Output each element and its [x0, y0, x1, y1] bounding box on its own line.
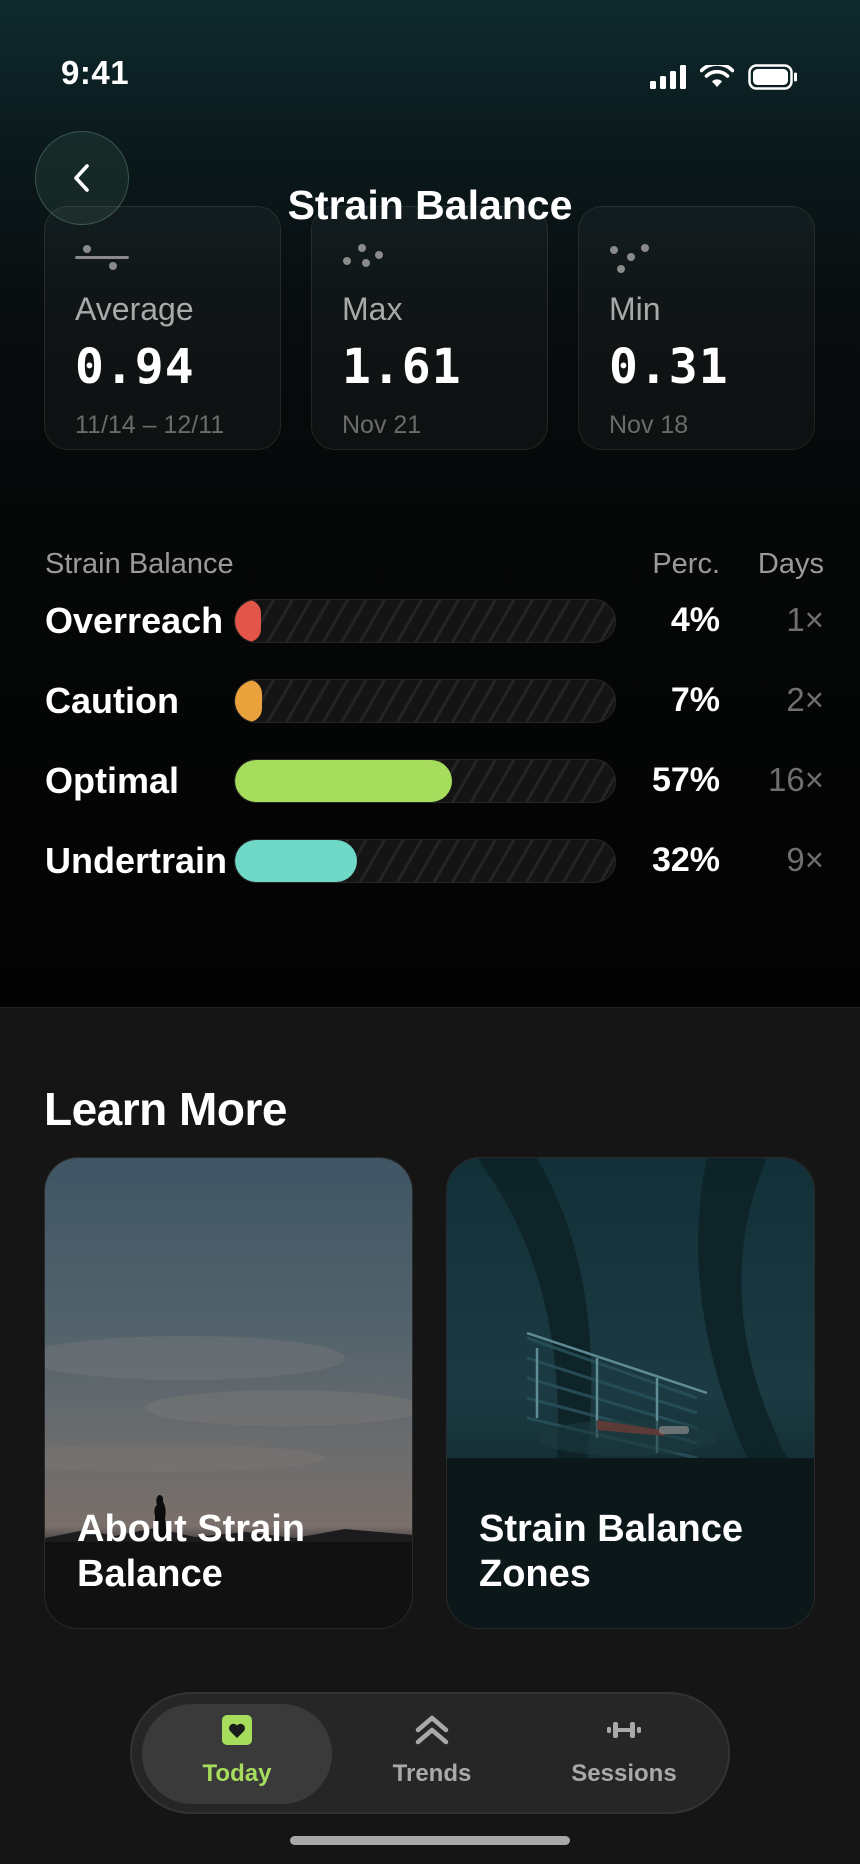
zone-bar-fill [235, 760, 452, 802]
zone-bar-overreach [234, 599, 616, 643]
stat-label: Max [342, 291, 403, 327]
zone-bar-fill [235, 840, 357, 882]
zone-label-caution: Caution [45, 680, 179, 721]
stat-date: Nov 18 [609, 411, 689, 439]
status-time: 9:41 [61, 54, 130, 91]
article-card-zones[interactable]: Strain Balance Zones [446, 1157, 815, 1629]
stat-card-max: Max 1.61 Nov 21 [311, 206, 548, 450]
zone-percent: 32% [651, 841, 720, 879]
table-header-label: Strain Balance [45, 548, 234, 580]
zone-days: 1× [786, 601, 824, 638]
chevrons-up-icon [415, 1715, 449, 1745]
zone-bar-fill [235, 680, 262, 722]
zone-bar-optimal [234, 759, 616, 803]
zone-percent: 4% [670, 601, 720, 639]
average-icon [75, 245, 129, 270]
wifi-icon [700, 65, 734, 87]
stat-label: Average [75, 291, 194, 327]
zone-days: 16× [768, 761, 824, 798]
dumbbell-icon [607, 1722, 641, 1738]
zone-days: 2× [786, 681, 824, 718]
table-header-days: Days [757, 548, 824, 580]
max-icon [343, 244, 383, 267]
min-icon [610, 244, 649, 273]
stat-card-average: Average 0.94 11/14 – 12/11 [44, 206, 281, 450]
battery-icon [748, 64, 797, 90]
tab-bar: Today Trends Sessions [130, 1692, 730, 1814]
zone-percent: 7% [670, 681, 720, 719]
tab-label: Today [202, 1760, 272, 1787]
zone-label-optimal: Optimal [45, 760, 180, 801]
stat-date: Nov 21 [342, 411, 422, 439]
stat-value: 0.94 [75, 339, 195, 395]
stat-label: Min [609, 291, 661, 327]
stat-value: 0.31 [609, 339, 729, 395]
zone-label-undertrain: Undertrain [45, 840, 228, 881]
home-indicator[interactable] [290, 1836, 570, 1845]
zone-label-overreach: Overreach [45, 600, 224, 641]
tab-today[interactable]: Today [142, 1704, 332, 1804]
tab-label: Trends [392, 1760, 472, 1787]
status-icons [650, 64, 798, 90]
tab-label: Sessions [571, 1760, 677, 1787]
zone-bar-fill [235, 600, 261, 642]
article-card-about[interactable]: About Strain Balance [44, 1157, 413, 1629]
stat-card-min: Min 0.31 Nov 18 [578, 206, 815, 450]
article-title: About Strain Balance [77, 1508, 305, 1595]
zone-bar-undertrain [234, 839, 616, 883]
tab-sessions[interactable]: Sessions [529, 1704, 719, 1804]
tab-trends[interactable]: Trends [337, 1704, 527, 1804]
heart-icon [222, 1715, 252, 1745]
zone-bar-caution [234, 679, 616, 723]
stat-date: 11/14 – 12/11 [75, 411, 225, 439]
article-title: Strain Balance Zones [479, 1508, 743, 1595]
table-header-perc: Perc. [652, 548, 720, 580]
zone-percent: 57% [651, 761, 720, 799]
learn-more-heading: Learn More [44, 1083, 287, 1135]
zone-days: 9× [786, 841, 824, 878]
cellular-signal-icon [650, 65, 686, 89]
stat-value: 1.61 [342, 339, 462, 395]
